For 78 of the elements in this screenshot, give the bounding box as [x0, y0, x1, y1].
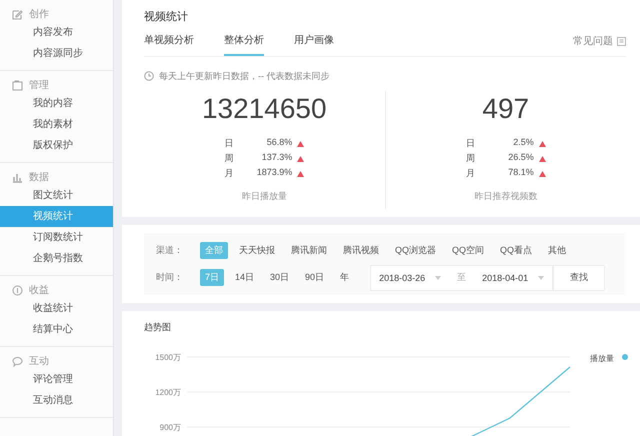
- change-percent: 78.1%: [507, 167, 534, 179]
- change-percent: 137.3%: [260, 152, 292, 164]
- period-label: 周: [224, 152, 234, 165]
- filter-label: 时间：: [156, 271, 184, 284]
- sidebar-section-label: 收益: [29, 284, 49, 297]
- up-triangle-icon: [297, 140, 304, 146]
- sidebar-item[interactable]: 评论管理: [0, 369, 113, 390]
- sidebar-item[interactable]: 图文统计: [0, 185, 113, 206]
- y-axis-label: 900万: [160, 423, 181, 432]
- notice-text: 每天上午更新昨日数据，-- 代表数据未同步: [159, 70, 330, 82]
- channel-option[interactable]: 腾讯新闻: [286, 242, 332, 259]
- tab[interactable]: 用户画像: [294, 33, 334, 56]
- stat-value: 497: [482, 92, 530, 126]
- legend-label: 播放量: [590, 354, 614, 363]
- period-option[interactable]: 90日: [300, 269, 330, 286]
- channel-option[interactable]: QQ看点: [495, 242, 538, 259]
- y-axis-label: 1500万: [155, 353, 181, 362]
- channel-option[interactable]: 腾讯视频: [338, 242, 384, 259]
- page-title: 视频统计: [144, 10, 189, 25]
- sidebar-item[interactable]: 版权保护: [0, 135, 113, 156]
- sidebar-item[interactable]: 企鹅号指数: [0, 248, 113, 269]
- bar-chart-icon: [12, 172, 23, 182]
- chat-bubble-icon: [12, 356, 23, 366]
- help-link[interactable]: 常见问题: [573, 34, 613, 48]
- up-triangle-icon: [538, 140, 546, 146]
- sidebar-item[interactable]: 内容源同步: [0, 43, 113, 64]
- change-percent: 2.5%: [512, 137, 534, 149]
- range-separator: 至: [456, 271, 468, 284]
- sidebar-section-label: 管理: [29, 79, 49, 92]
- chart-title: 趋势图: [144, 321, 172, 334]
- period-label: 周: [466, 152, 476, 165]
- sidebar-item[interactable]: 我的内容: [0, 93, 113, 114]
- coin-icon: [12, 284, 23, 296]
- stat-value: 13214650: [202, 92, 327, 126]
- channel-option[interactable]: 天天快报: [234, 242, 280, 259]
- tab[interactable]: 单视频分析: [144, 33, 194, 56]
- sidebar-item[interactable]: 结算中心: [0, 319, 113, 340]
- sidebar-item[interactable]: 我的素材: [0, 114, 113, 135]
- sidebar-item[interactable]: 订阅数统计: [0, 227, 113, 248]
- sidebar-item[interactable]: 互动消息: [0, 390, 113, 411]
- period-label: 月: [466, 167, 476, 180]
- stat-caption: 昨日推荐视频数: [474, 190, 538, 203]
- sidebar-section-label: 互动: [29, 355, 49, 368]
- date-value: 2018-04-01: [482, 272, 528, 282]
- period-option[interactable]: 14日: [230, 269, 260, 286]
- period-label: 月: [224, 167, 234, 180]
- date-value: 2018-03-26: [379, 272, 426, 282]
- period-label: 日: [224, 137, 234, 150]
- clock-icon: [144, 71, 154, 81]
- change-percent: 26.5%: [507, 152, 534, 164]
- legend-dot: [622, 354, 628, 360]
- date-range-field[interactable]: 2018-03-26 至 2018-04-01: [370, 264, 554, 290]
- stat-caption: 昨日播放量: [242, 190, 287, 203]
- channel-option[interactable]: 其他: [543, 242, 572, 259]
- up-triangle-icon: [297, 170, 304, 176]
- filter-label: 渠道：: [156, 244, 184, 257]
- pencil-icon: [12, 8, 23, 20]
- up-triangle-icon: [538, 170, 546, 176]
- period-label: 日: [466, 137, 476, 150]
- sidebar-item[interactable]: 内容发布: [0, 22, 113, 43]
- caret-icon: [435, 276, 442, 280]
- search-button[interactable]: 查找: [553, 264, 606, 290]
- sidebar-section-label: 数据: [29, 171, 49, 184]
- up-triangle-icon: [297, 156, 304, 162]
- period-option[interactable]: 年: [335, 269, 354, 286]
- channel-option[interactable]: QQ空间: [447, 242, 490, 259]
- folder-icon: [12, 80, 23, 90]
- document-icon: [617, 36, 626, 46]
- sidebar-section-label: 创作: [29, 8, 49, 21]
- tab[interactable]: 整体分析: [224, 33, 264, 56]
- period-option[interactable]: 30日: [265, 269, 294, 286]
- channel-option[interactable]: QQ浏览器: [390, 242, 442, 259]
- change-percent: 56.8%: [266, 137, 292, 149]
- caret-icon: [538, 276, 544, 280]
- up-triangle-icon: [538, 156, 546, 162]
- sidebar-item[interactable]: 收益统计: [0, 298, 113, 319]
- change-percent: 1873.9%: [256, 167, 292, 179]
- y-axis-label: 1200万: [155, 388, 181, 397]
